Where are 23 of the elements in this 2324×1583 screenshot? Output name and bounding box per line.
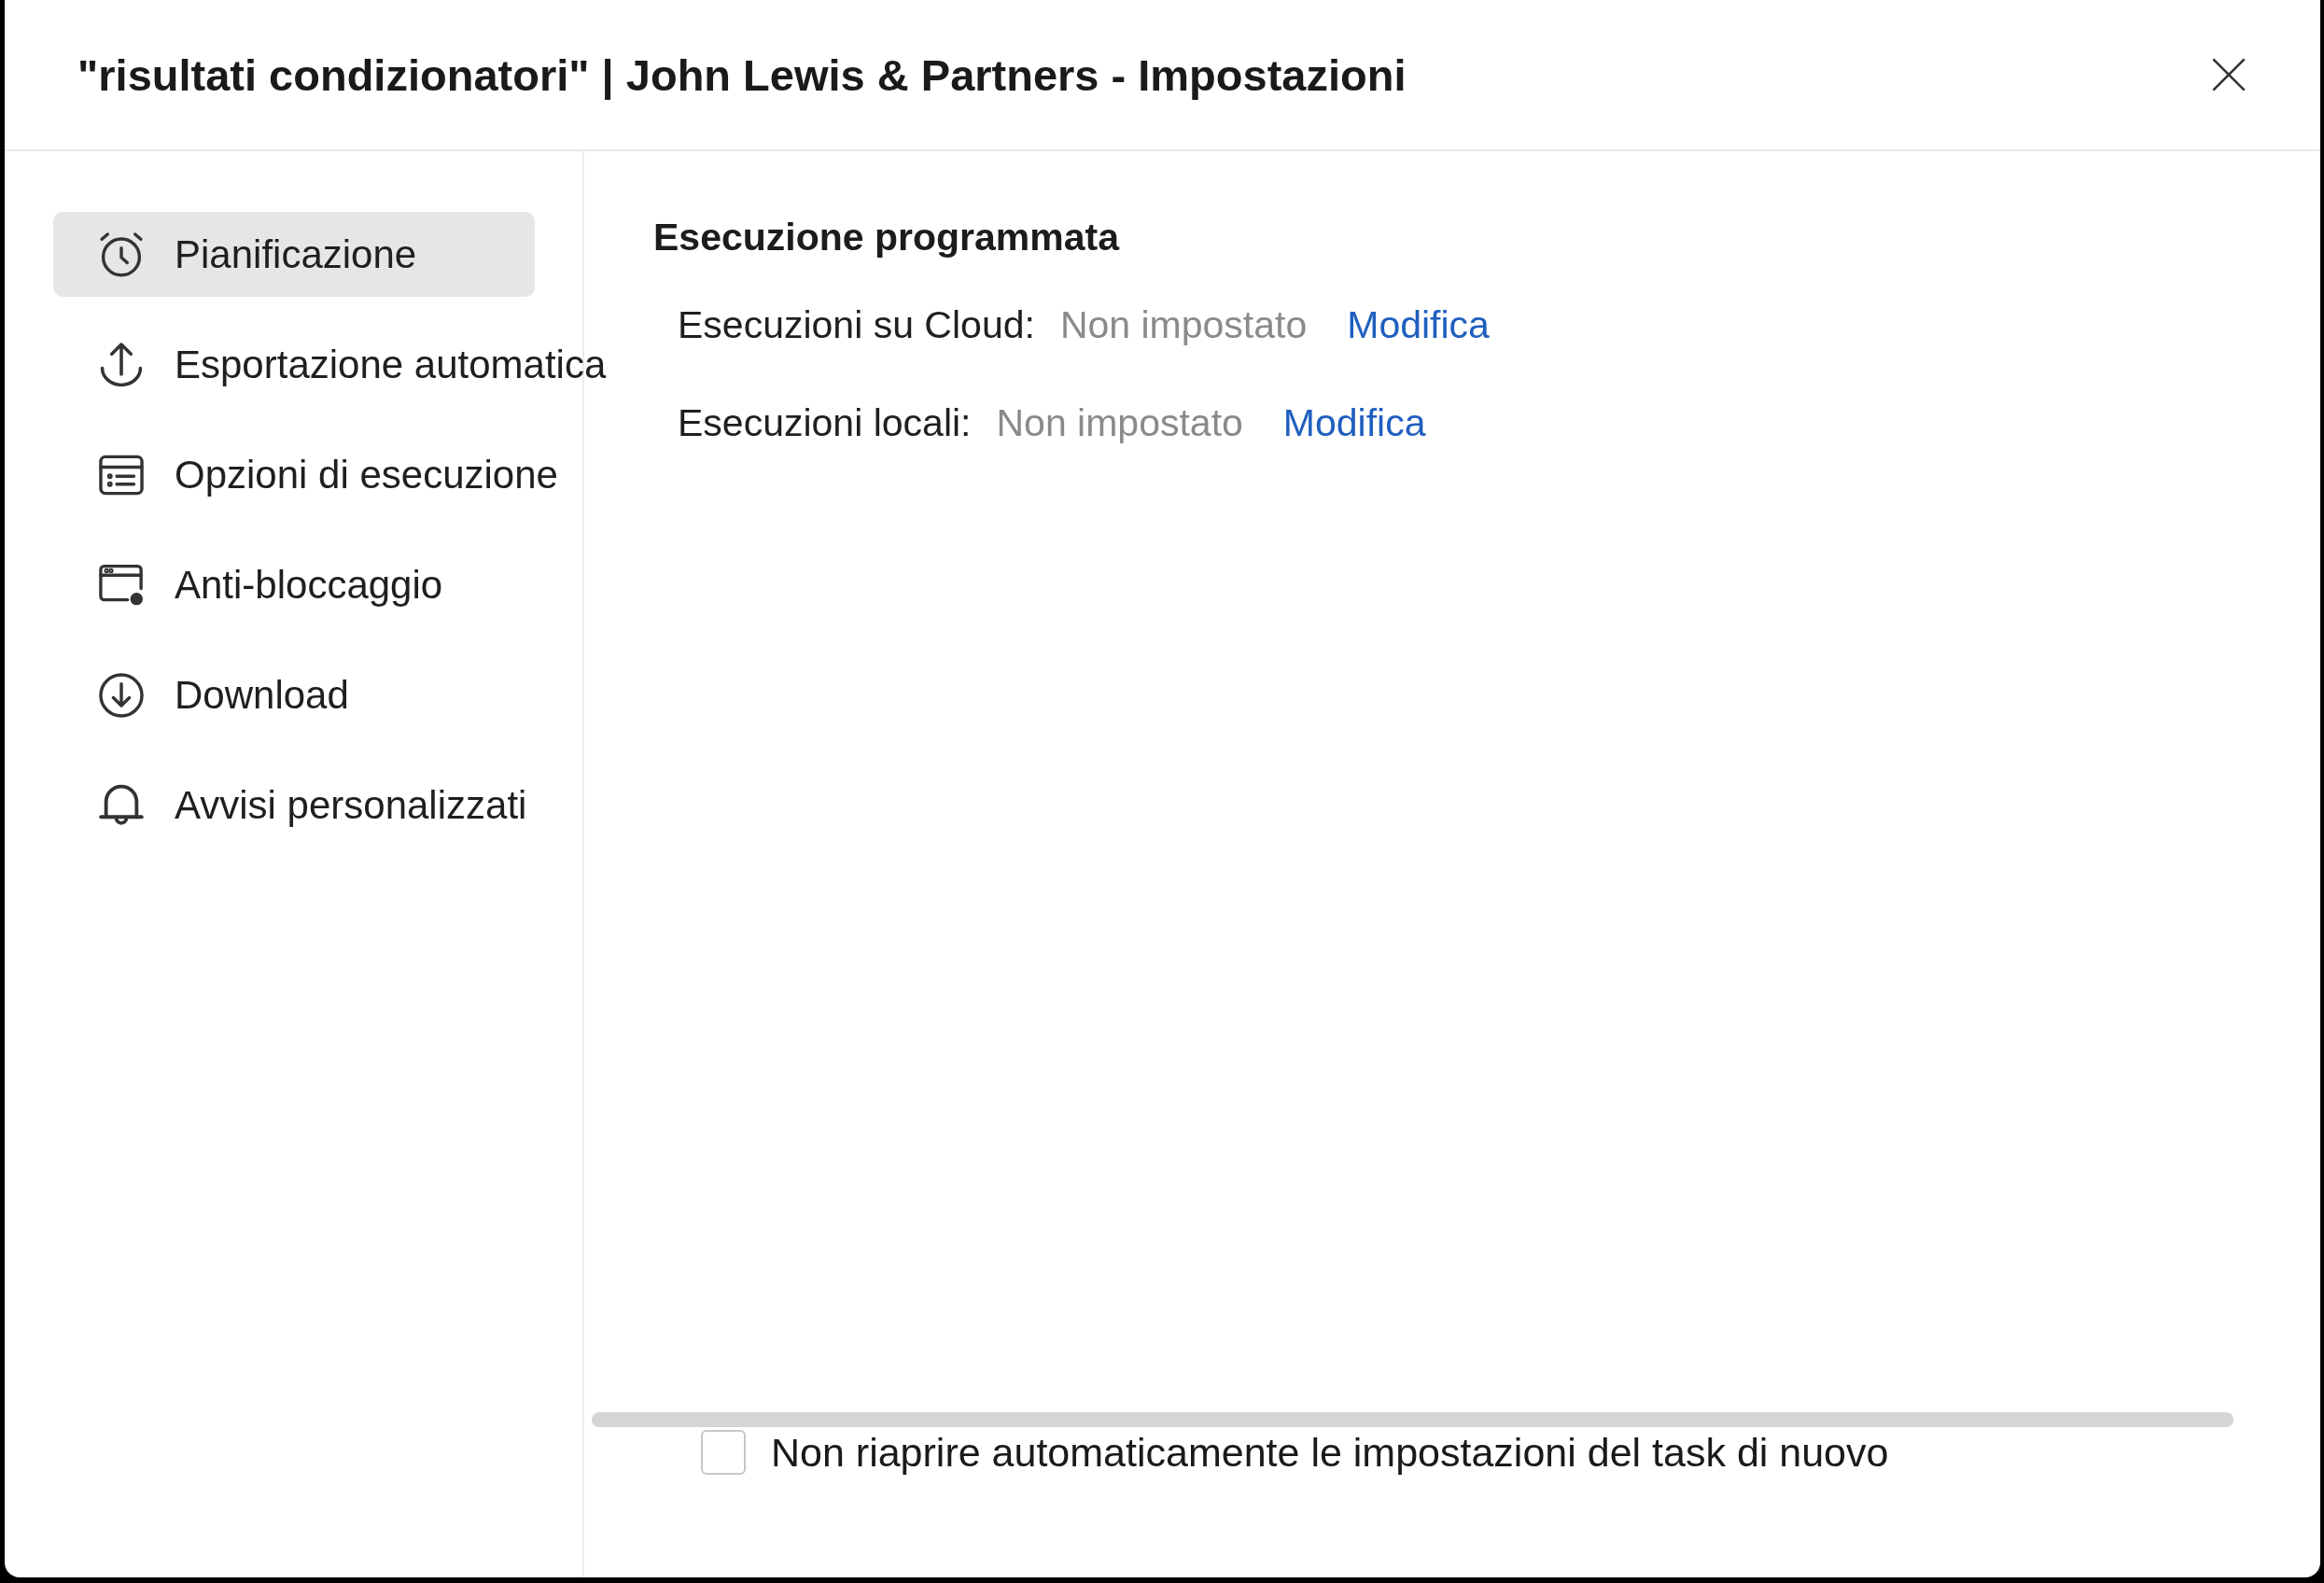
sidebar-item[interactable]: Pianificazione: [53, 212, 535, 297]
alarm-clock-icon: [99, 231, 144, 277]
close-icon[interactable]: [2212, 58, 2246, 91]
field-label: Esecuzioni locali:: [678, 400, 972, 445]
field-value: Non impostato: [996, 400, 1243, 445]
field-value: Non impostato: [1059, 302, 1308, 347]
edit-link[interactable]: Modifica: [1282, 400, 1426, 445]
checkbox[interactable]: [701, 1430, 746, 1475]
sidebar-item[interactable]: Esportazione automatica: [53, 322, 625, 407]
bell-icon: [99, 782, 144, 828]
horizontal-scrollbar[interactable]: [592, 1412, 2233, 1427]
upload-icon: [99, 342, 144, 387]
window-title: "risultati condizionatori" | John Lewis & Partners - Impostazioni: [77, 49, 1407, 101]
checkbox-label: Non riaprire automaticamente le impostazioni del task di nuovo: [771, 1429, 1889, 1476]
sidebar-item[interactable]: Avvisi personalizzati: [53, 763, 546, 848]
sidebar-item[interactable]: Download: [53, 652, 535, 737]
download-icon: [99, 672, 144, 718]
edit-link[interactable]: Modifica: [1347, 302, 1490, 347]
field-label: Esecuzioni su Cloud:: [678, 302, 1035, 347]
section-heading: Esecuzione programmata: [653, 215, 1119, 260]
browser-window-icon: [99, 562, 144, 608]
sidebar-item[interactable]: Opzioni di esecuzione: [53, 432, 577, 517]
sidebar-item[interactable]: Anti-bloccaggio: [53, 542, 535, 627]
